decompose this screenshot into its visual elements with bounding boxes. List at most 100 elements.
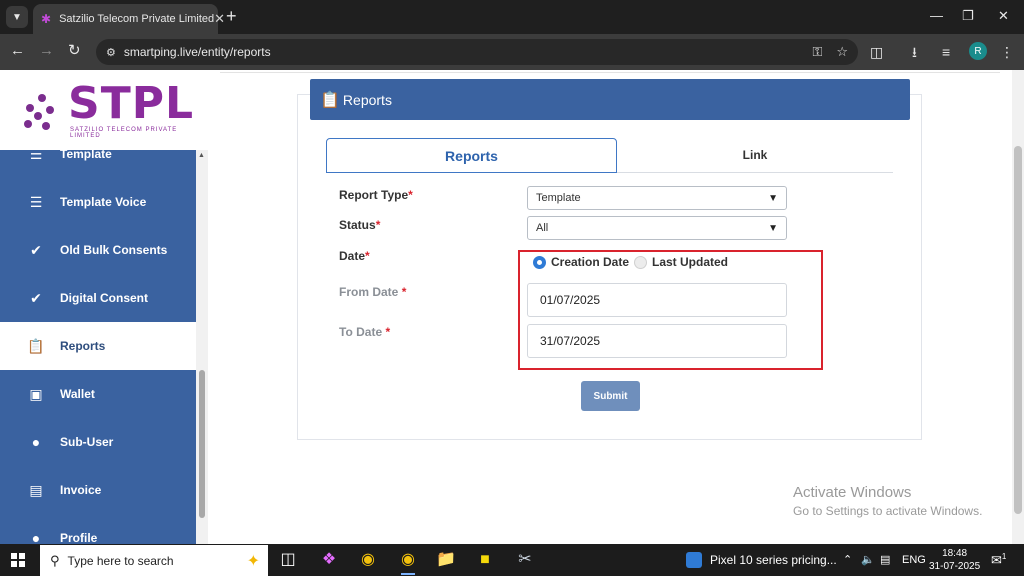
language-indicator[interactable]: ENG	[902, 553, 926, 567]
status-label-text: Status	[339, 218, 376, 232]
task-view-icon[interactable]: ◫	[277, 550, 299, 570]
radio-unselected-icon[interactable]	[634, 255, 647, 269]
radio-last-updated[interactable]: Last Updated	[634, 255, 728, 269]
copilot-icon[interactable]: ❖	[318, 550, 340, 570]
radio-creation-label: Creation Date	[551, 255, 630, 269]
sidebar-item-wallet[interactable]: ▣ Wallet	[0, 370, 196, 418]
address-bar[interactable]: ⚙ smartping.live/entity/reports ⚿ ☆	[96, 39, 858, 65]
password-key-icon[interactable]: ⚿	[812, 44, 822, 60]
news-widget[interactable]: Pixel 10 series pricing...	[686, 552, 837, 568]
reading-list-icon[interactable]: ≡	[942, 43, 950, 61]
radio-selected-icon[interactable]	[533, 255, 546, 269]
network-icon[interactable]: ▤	[880, 553, 890, 567]
sidebar-scrollbar[interactable]: ▲	[196, 150, 208, 544]
radio-creation-date[interactable]: Creation Date	[533, 255, 629, 269]
wallet-icon: ▣	[29, 385, 43, 402]
tab-search-chevron-icon[interactable]: ▼	[6, 6, 28, 28]
sidebar-scroll-thumb[interactable]	[199, 370, 205, 518]
sidebar-item-label: Digital Consent	[60, 291, 149, 305]
tab-close-icon[interactable]: ✕	[214, 11, 225, 27]
chrome-icon[interactable]: ◉	[357, 550, 379, 570]
page-scrollbar[interactable]	[1012, 70, 1024, 544]
to-date-label: To Date *	[339, 325, 390, 339]
sticky-notes-icon[interactable]: ■	[474, 550, 496, 570]
clipboard-icon: 📋	[320, 91, 340, 109]
user-icon: ●	[31, 434, 41, 450]
from-date-label: From Date *	[339, 285, 406, 299]
taskbar-clock[interactable]: 18:48 31-07-2025	[929, 547, 980, 573]
date-label-text: Date	[339, 249, 366, 263]
divider	[220, 72, 1000, 73]
report-type-select[interactable]: Template ▼	[527, 186, 787, 210]
sidebar-item-label: Invoice	[60, 483, 102, 497]
sidebar-item-profile[interactable]: ● Profile	[0, 514, 196, 544]
status-select[interactable]: All ▼	[527, 216, 787, 240]
windows-taskbar: ⚲ Type here to search ✦ ◫ ❖ ◉ ◉ 📁 ■ ✂ Pi…	[0, 544, 1024, 576]
browser-tab-bar: ▼ ✱ Satzilio Telecom Private Limited ✕ +…	[0, 0, 1024, 34]
restore-icon[interactable]: ❐	[962, 6, 974, 26]
radio-updated-label: Last Updated	[652, 255, 729, 269]
bookmark-star-icon[interactable]: ☆	[836, 44, 848, 60]
submit-button[interactable]: Submit	[581, 381, 640, 411]
browser-toolbar: ← → ↻ ⚙ smartping.live/entity/reports ⚿ …	[0, 34, 1024, 70]
to-date-input[interactable]: 31/07/2025	[527, 324, 787, 358]
page-title: Reports	[342, 91, 392, 108]
required-mark: *	[401, 285, 407, 299]
forward-icon[interactable]: →	[39, 42, 54, 60]
sidebar-item-label: Template	[60, 147, 112, 161]
from-date-label-text: From Date	[339, 285, 399, 299]
minimize-icon[interactable]: —	[930, 6, 943, 26]
notification-count: 1	[1001, 552, 1007, 561]
scroll-up-icon[interactable]: ▲	[198, 152, 205, 159]
volume-icon[interactable]: 🔈	[861, 553, 875, 567]
sidebar-item-sub-user[interactable]: ● Sub-User	[0, 418, 196, 466]
status-label: Status*	[339, 218, 380, 232]
downloads-icon[interactable]: ⭳	[912, 43, 917, 61]
sidebar-item-digital-consent[interactable]: ✔ Digital Consent	[0, 274, 196, 322]
browser-tab[interactable]: ✱ Satzilio Telecom Private Limited ✕	[33, 4, 225, 34]
sidebar-item-label: Sub-User	[60, 435, 114, 449]
back-icon[interactable]: ←	[10, 42, 25, 60]
tab-divider	[617, 172, 893, 173]
to-date-label-text: To Date	[339, 325, 383, 339]
new-tab-icon[interactable]: +	[226, 6, 237, 26]
from-date-input[interactable]: 01/07/2025	[527, 283, 787, 317]
clipboard-icon: 📋	[27, 337, 45, 354]
snipping-tool-icon[interactable]: ✂	[514, 550, 536, 570]
watermark-title: Activate Windows	[793, 484, 912, 501]
site-info-icon[interactable]: ⚙	[106, 46, 116, 59]
sidebar-item-reports[interactable]: 📋 Reports	[0, 322, 196, 370]
report-type-value: Template	[536, 192, 581, 204]
reload-icon[interactable]: ↻	[68, 42, 81, 60]
taskbar-search-box[interactable]: ⚲ Type here to search ✦	[40, 545, 268, 576]
chevron-down-icon: ▼	[768, 222, 778, 234]
site-favicon-icon: ✱	[41, 12, 52, 26]
tab-title: Satzilio Telecom Private Limited	[59, 13, 215, 25]
tab-link[interactable]: Link	[617, 138, 893, 172]
chrome-profile-icon[interactable]: ◉	[397, 550, 419, 575]
sidebar-item-invoice[interactable]: ▤ Invoice	[0, 466, 196, 514]
tab-reports[interactable]: Reports	[326, 138, 617, 173]
file-explorer-icon[interactable]: 📁	[435, 550, 457, 570]
page-scroll-thumb[interactable]	[1014, 146, 1022, 514]
status-value: All	[536, 222, 549, 234]
sidebar-item-old-bulk-consents[interactable]: ✔ Old Bulk Consents	[0, 226, 196, 274]
required-mark: *	[365, 249, 370, 263]
url-text[interactable]: smartping.live/entity/reports	[124, 45, 799, 59]
close-window-icon[interactable]: ✕	[998, 6, 1009, 26]
sidebar-item-label: Wallet	[60, 387, 95, 401]
tray-chevron-icon[interactable]: ⌃	[843, 553, 852, 567]
sidebar-item-label: Reports	[60, 339, 106, 353]
sidebar-item-template-voice[interactable]: ☰ Template Voice	[0, 178, 196, 226]
sidebar-item-template[interactable]: ☰ Template	[0, 130, 196, 178]
date-label: Date*	[339, 249, 370, 263]
notification-icon[interactable]: ✉1	[991, 552, 1006, 568]
report-type-label: Report Type*	[339, 188, 413, 202]
more-menu-icon[interactable]: ⋮	[1000, 43, 1014, 61]
windows-start-icon[interactable]	[11, 553, 25, 567]
search-placeholder: Type here to search	[67, 553, 174, 568]
extensions-icon[interactable]: ◫	[870, 43, 883, 61]
logo-mark-icon	[22, 90, 66, 134]
profile-avatar[interactable]: R	[969, 42, 987, 60]
reports-header: 📋 Reports	[310, 79, 910, 120]
